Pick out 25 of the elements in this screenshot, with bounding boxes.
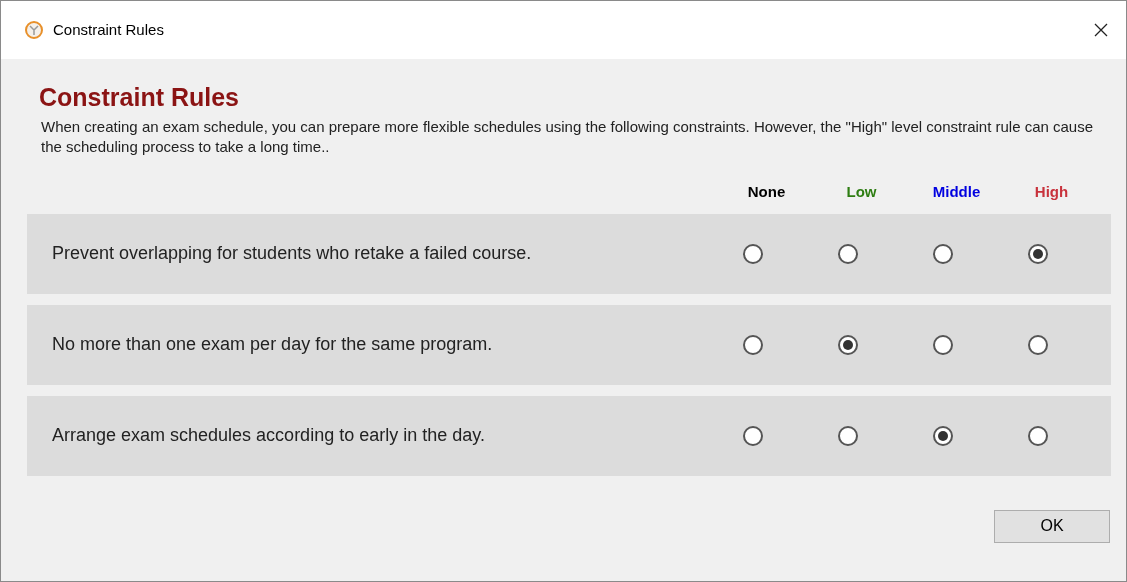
level-header: High	[1034, 182, 1069, 202]
radio-button[interactable]	[742, 243, 763, 264]
dialog-heading: Constraint Rules	[38, 82, 241, 113]
radio-button[interactable]	[932, 425, 953, 446]
ok-button[interactable]: OK	[994, 509, 1110, 543]
level-header: None	[747, 182, 786, 202]
rule-label: Prevent overlapping for students who retake a failed course.	[51, 242, 533, 265]
radio-button[interactable]	[837, 425, 858, 446]
level-header: Middle	[932, 182, 981, 202]
rule-label: Arrange exam schedules according to early in the day.	[51, 424, 486, 447]
clock-icon	[25, 21, 43, 39]
radio-button[interactable]	[932, 243, 953, 264]
radio-button[interactable]	[742, 425, 763, 446]
window-title: Constraint Rules	[53, 19, 164, 40]
radio-button[interactable]	[742, 334, 763, 355]
rule-label: No more than one exam per day for the same program.	[51, 333, 494, 356]
radio-button[interactable]	[837, 243, 858, 264]
radio-button[interactable]	[1027, 334, 1048, 355]
radio-button[interactable]	[932, 334, 953, 355]
description-text: When creating an exam schedule, you can prepare more flexible schedules using the following constraints. However, the "High" level constraint rule can cause the scheduling process to take a long time..	[40, 117, 1095, 157]
radio-button[interactable]	[1027, 425, 1048, 446]
close-icon	[1093, 22, 1109, 38]
level-header: Low	[846, 182, 877, 202]
radio-button[interactable]	[837, 334, 858, 355]
radio-button[interactable]	[1027, 243, 1048, 264]
